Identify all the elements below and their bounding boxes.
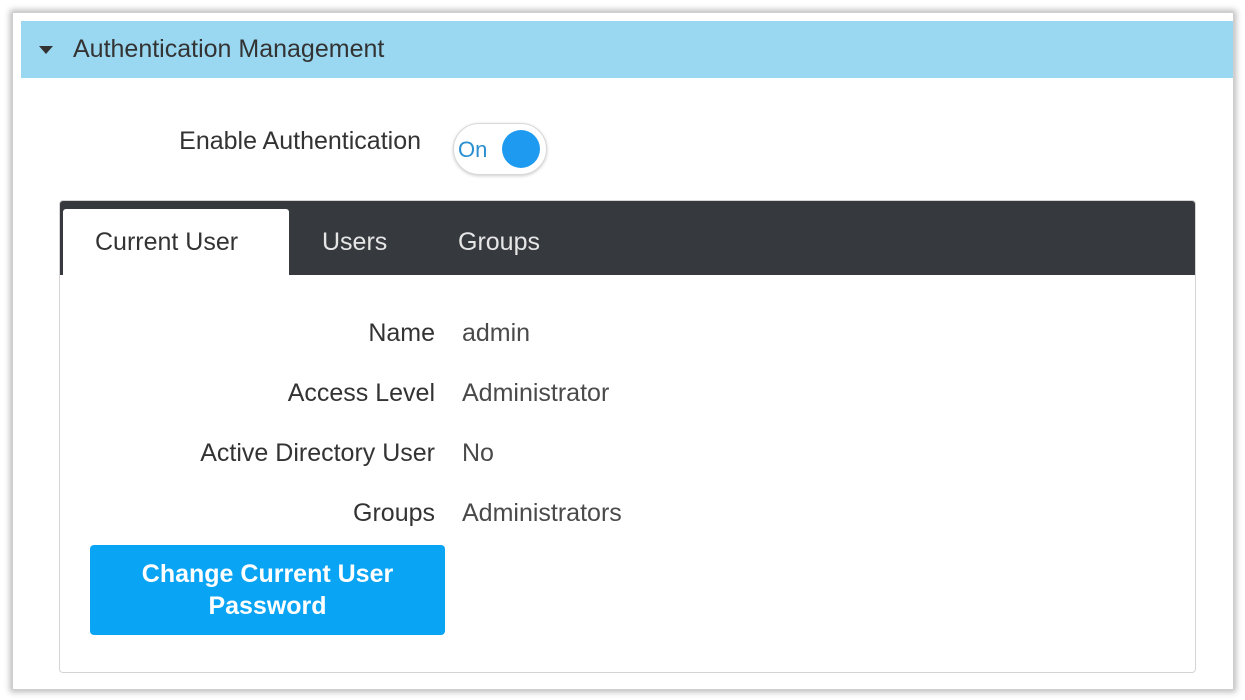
toggle-knob — [502, 130, 540, 168]
tab-groups[interactable]: Groups — [458, 209, 540, 275]
change-password-button[interactable]: Change Current User Password — [90, 545, 445, 635]
groups-label: Groups — [353, 499, 435, 527]
caret-down-icon[interactable] — [39, 45, 53, 54]
panel-title: Authentication Management — [73, 35, 385, 63]
access-level-value: Administrator — [462, 379, 610, 407]
active-directory-user-label: Active Directory User — [200, 439, 435, 467]
enable-authentication-label: Enable Authentication — [179, 127, 421, 155]
active-directory-user-value: No — [462, 439, 494, 467]
tab-users[interactable]: Users — [322, 209, 387, 275]
tab-bar: Current User Users Groups — [60, 201, 1195, 275]
groups-value: Administrators — [462, 499, 622, 527]
name-value: admin — [462, 319, 531, 347]
authentication-management-panel: Authentication Management Enable Authent… — [12, 12, 1234, 690]
name-label: Name — [368, 319, 435, 347]
panel-header[interactable]: Authentication Management — [21, 21, 1233, 78]
enable-authentication-row: Enable Authentication On — [13, 123, 1233, 183]
access-level-label: Access Level — [287, 379, 435, 407]
tab-current-user[interactable]: Current User — [63, 209, 289, 275]
toggle-state-text: On — [458, 137, 488, 162]
user-tabs-container: Current User Users Groups Name admin Acc… — [59, 200, 1196, 673]
enable-authentication-toggle[interactable]: On — [453, 123, 547, 175]
